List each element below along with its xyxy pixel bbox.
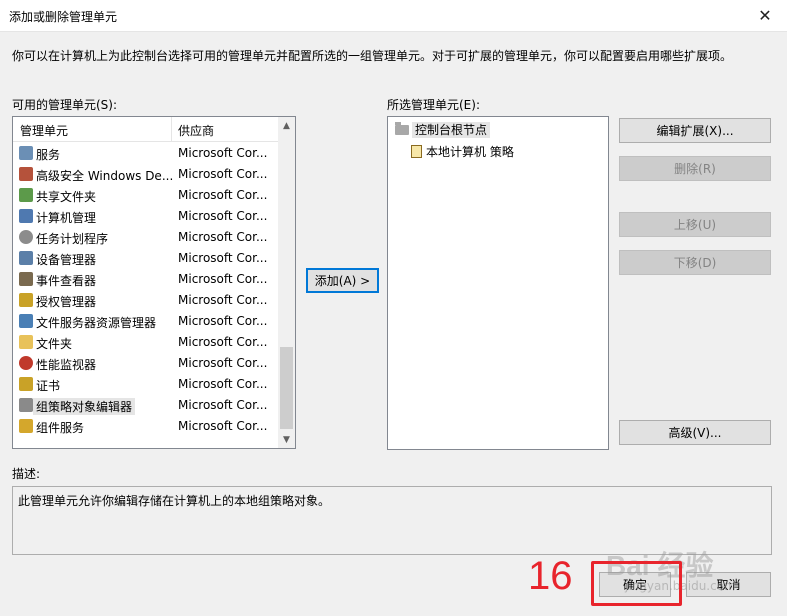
shared-folder-icon: [19, 188, 33, 202]
folder-icon: [19, 335, 33, 349]
gear-icon: [19, 146, 33, 160]
snapin-vendor: Microsoft Cor...: [178, 335, 268, 349]
folder-icon: [395, 122, 409, 135]
snapin-row[interactable]: 文件夹 Microsoft Cor...: [13, 332, 279, 353]
description-label: 描述:: [12, 467, 41, 481]
snapin-name: 任务计划程序: [36, 232, 109, 246]
snapin-row[interactable]: 文件服务器资源管理器 Microsoft Cor...: [13, 311, 279, 332]
computer-management-icon: [19, 209, 33, 223]
snapin-name: 高级安全 Windows De...: [36, 169, 174, 183]
snapin-name: 计算机管理: [36, 211, 97, 225]
snapin-vendor: Microsoft Cor...: [178, 293, 268, 307]
snapin-vendor: Microsoft Cor...: [178, 146, 268, 160]
snapin-vendor: Microsoft Cor...: [178, 167, 268, 181]
list-header: 管理单元 供应商: [13, 117, 279, 142]
snapin-name: 组件服务: [36, 421, 85, 435]
available-snapins-list[interactable]: 管理单元 供应商 服务 Microsoft Cor... 高级安全 Windows …: [12, 116, 296, 449]
snapin-name: 组策略对象编辑器: [33, 398, 136, 415]
snapin-row[interactable]: 服务 Microsoft Cor...: [13, 143, 279, 164]
tree-node-child-label: 本地计算机 策略: [426, 145, 514, 159]
highlight-rectangle: [591, 561, 682, 606]
snapin-row[interactable]: 组策略对象编辑器 Microsoft Cor...: [13, 395, 279, 416]
snapin-vendor: Microsoft Cor...: [178, 398, 268, 412]
remove-button[interactable]: 删除(R): [619, 156, 771, 181]
component-services-icon: [19, 419, 33, 433]
scroll-up-icon[interactable]: ▲: [278, 117, 295, 134]
snapin-vendor: Microsoft Cor...: [178, 188, 268, 202]
selected-label: 所选管理单元(E):: [387, 98, 480, 112]
snapin-row[interactable]: 授权管理器 Microsoft Cor...: [13, 290, 279, 311]
move-up-button[interactable]: 上移(U): [619, 212, 771, 237]
device-manager-icon: [19, 251, 33, 265]
snapin-vendor: Microsoft Cor...: [178, 251, 268, 265]
snapin-vendor: Microsoft Cor...: [178, 419, 268, 433]
snapin-row[interactable]: 事件查看器 Microsoft Cor...: [13, 269, 279, 290]
snapin-name: 授权管理器: [36, 295, 97, 309]
snapin-name: 服务: [36, 148, 61, 162]
column-divider[interactable]: [171, 117, 172, 141]
snapin-row[interactable]: 任务计划程序 Microsoft Cor...: [13, 227, 279, 248]
scroll-down-icon[interactable]: ▼: [278, 431, 295, 448]
snapin-row[interactable]: 高级安全 Windows De... Microsoft Cor...: [13, 164, 279, 185]
group-policy-icon: [19, 398, 33, 412]
snapin-row[interactable]: 计算机管理 Microsoft Cor...: [13, 206, 279, 227]
column-header-vendor[interactable]: 供应商: [178, 122, 214, 139]
tree-node-local-policy[interactable]: 本地计算机 策略: [411, 143, 514, 160]
event-viewer-icon: [19, 272, 33, 286]
available-label: 可用的管理单元(S):: [12, 98, 118, 112]
title-bar: 添加或删除管理单元 ✕: [0, 0, 787, 32]
window-title: 添加或删除管理单元: [9, 10, 118, 24]
scroll-thumb[interactable]: [280, 347, 293, 429]
certificate-icon: [19, 377, 33, 391]
column-header-name[interactable]: 管理单元: [20, 122, 68, 139]
snapin-row[interactable]: 组件服务 Microsoft Cor...: [13, 416, 279, 437]
vertical-scrollbar[interactable]: ▲ ▼: [278, 117, 295, 448]
snapin-vendor: Microsoft Cor...: [178, 314, 268, 328]
add-button[interactable]: 添加(A) >: [306, 268, 379, 293]
snapin-row[interactable]: 证书 Microsoft Cor...: [13, 374, 279, 395]
edit-extensions-button[interactable]: 编辑扩展(X)...: [619, 118, 771, 143]
snapin-name: 共享文件夹: [36, 190, 97, 204]
snapin-row[interactable]: 共享文件夹 Microsoft Cor...: [13, 185, 279, 206]
intro-text: 你可以在计算机上为此控制台选择可用的管理单元并配置所选的一组管理单元。对于可扩展…: [12, 49, 733, 63]
authorization-icon: [19, 293, 33, 307]
selected-snapins-tree[interactable]: 控制台根节点 本地计算机 策略: [387, 116, 609, 450]
move-down-button[interactable]: 下移(D): [619, 250, 771, 275]
snapin-name: 文件夹: [36, 337, 73, 351]
snapin-vendor: Microsoft Cor...: [178, 377, 268, 391]
policy-icon: [411, 145, 422, 158]
close-icon[interactable]: ✕: [743, 0, 787, 31]
snapin-row[interactable]: 设备管理器 Microsoft Cor...: [13, 248, 279, 269]
description-text: 此管理单元允许你编辑存储在计算机上的本地组策略对象。: [18, 494, 331, 508]
clock-icon: [19, 230, 33, 244]
advanced-button[interactable]: 高级(V)...: [619, 420, 771, 445]
snapin-name: 证书: [36, 379, 61, 393]
tree-node-root-label: 控制台根节点: [412, 122, 491, 138]
snapin-name: 事件查看器: [36, 274, 97, 288]
snapin-vendor: Microsoft Cor...: [178, 209, 268, 223]
snapin-name: 设备管理器: [36, 253, 97, 267]
snapin-name: 文件服务器资源管理器: [36, 316, 157, 330]
step-number-annotation: 16: [528, 554, 573, 598]
snapin-vendor: Microsoft Cor...: [178, 230, 268, 244]
snapin-vendor: Microsoft Cor...: [178, 272, 268, 286]
snapin-name: 性能监视器: [36, 358, 97, 372]
file-server-icon: [19, 314, 33, 328]
firewall-icon: [19, 167, 33, 181]
snapin-row[interactable]: 性能监视器 Microsoft Cor...: [13, 353, 279, 374]
performance-icon: [19, 356, 33, 370]
tree-node-console-root[interactable]: 控制台根节点: [395, 121, 491, 138]
snapin-vendor: Microsoft Cor...: [178, 356, 268, 370]
